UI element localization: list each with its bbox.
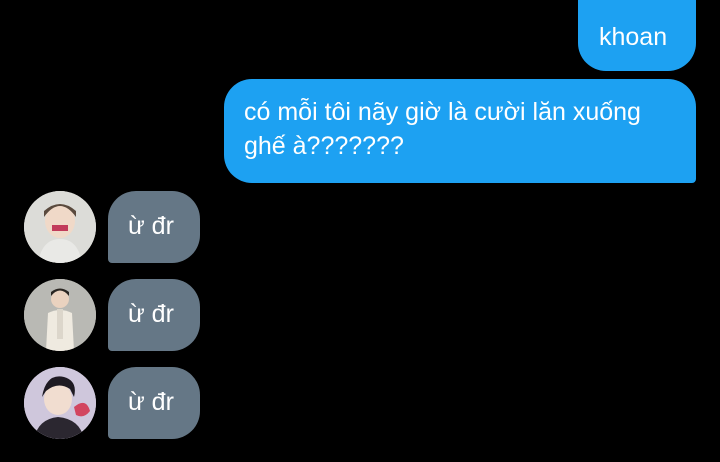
message-text: ừ đr (128, 300, 174, 328)
received-message-bubble[interactable]: ừ đr (108, 191, 200, 263)
received-message-bubble[interactable]: ừ đr (108, 279, 200, 351)
avatar[interactable] (24, 191, 96, 263)
message-text: ừ đr (128, 212, 174, 240)
message-text: có mỗi tôi nãy giờ là cười lăn xuống ghế… (244, 98, 641, 160)
avatar[interactable] (24, 279, 96, 351)
avatar[interactable] (24, 367, 96, 439)
sent-message-bubble[interactable]: khoan (578, 0, 696, 71)
message-text: khoan (599, 23, 668, 51)
sent-message-bubble[interactable]: có mỗi tôi nãy giờ là cười lăn xuống ghế… (224, 79, 696, 183)
received-message-bubble[interactable]: ừ đr (108, 367, 200, 439)
message-text: ừ đr (128, 388, 174, 416)
